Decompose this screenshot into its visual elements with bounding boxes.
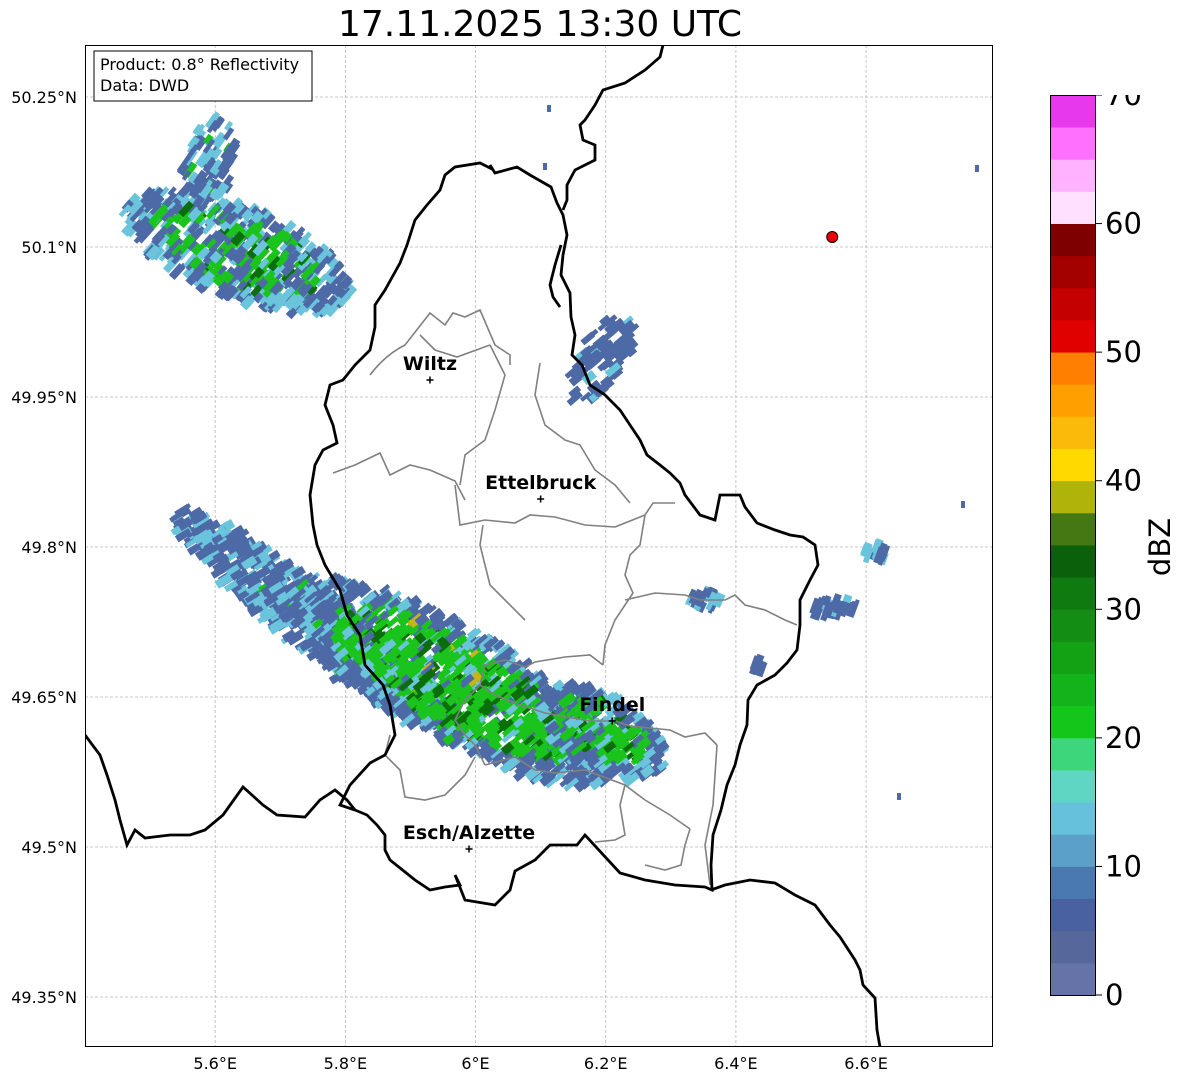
lon-tick-label: 6.6°E: [844, 1054, 888, 1073]
colorbar-bin: [1050, 159, 1096, 192]
colorbar-bin: [1050, 255, 1096, 289]
colorbar-bin: [1050, 320, 1096, 353]
colorbar-ticks: 0 10 20 30 40 50 60 70: [1096, 95, 1142, 1012]
radar-site-marker[interactable]: [826, 231, 839, 243]
colorbar-bin: [1050, 95, 1096, 128]
colorbar-tick-label: 40: [1105, 464, 1142, 498]
colorbar-bin: [1050, 223, 1096, 257]
lon-tick-label: 6°E: [461, 1054, 489, 1073]
colorbar-bin: [1050, 127, 1096, 160]
colorbar-bin: [1050, 673, 1096, 707]
colorbar-bin: [1050, 287, 1096, 321]
echo-cell: [897, 793, 901, 800]
echo-cell: [961, 501, 965, 508]
colorbar-bin: [1050, 834, 1096, 867]
lat-tick-label: 49.5°N: [21, 838, 77, 857]
lon-tick-label: 6.4°E: [714, 1054, 758, 1073]
colorbar-bin: [1050, 352, 1096, 385]
colorbar-tick-label: 20: [1105, 721, 1142, 755]
colorbar-bin: [1050, 384, 1096, 417]
colorbar-tick-label: 60: [1105, 207, 1142, 241]
colorbar-bin: [1050, 480, 1096, 514]
map-title: 17.11.2025 13:30 UTC: [337, 4, 743, 45]
radar-map[interactable]: Wiltz Ettelbruck Findel Esch/Alzette Produc…: [85, 45, 993, 1047]
longitude-labels: 5.6°E 5.8°E 6°E 6.2°E 6.4°E 6.6°E: [193, 1054, 887, 1073]
colorbar-tick-label: 50: [1105, 335, 1142, 369]
colorbar-bin: [1050, 191, 1096, 224]
lat-tick-label: 49.8°N: [21, 538, 77, 557]
colorbar-bin: [1050, 512, 1096, 546]
colorbar-bin: [1050, 962, 1096, 996]
city-label: Wiltz: [403, 353, 457, 375]
product-text: Product: 0.8° Reflectivity: [100, 55, 299, 74]
colorbar-bin: [1050, 866, 1096, 899]
echo-cell: [547, 105, 551, 112]
lat-tick-label: 49.95°N: [11, 388, 77, 407]
data-source-text: Data: DWD: [100, 76, 189, 95]
colorbar-tick-label: 30: [1105, 592, 1142, 626]
info-box: Product: 0.8° Reflectivity Data: DWD: [93, 50, 313, 102]
colorbar-bin: [1050, 577, 1096, 610]
lat-tick-label: 50.25°N: [11, 88, 77, 107]
colorbar-bin: [1050, 737, 1096, 771]
echo-cell: [543, 163, 547, 170]
colorbar-bin: [1050, 705, 1096, 739]
colorbar-bin: [1050, 770, 1096, 803]
colorbar-bin: [1050, 416, 1096, 449]
lon-tick-label: 5.6°E: [193, 1054, 237, 1073]
lat-tick-label: 49.65°N: [11, 688, 77, 707]
colorbar-bin: [1050, 898, 1096, 932]
city-label: Ettelbruck: [485, 472, 596, 494]
latitude-labels: 50.25°N 50.1°N 49.95°N 49.8°N 49.65°N 49.5°N 4…: [11, 88, 77, 1007]
colorbar-bin: [1050, 930, 1096, 964]
colorbar-tick-label: 0: [1105, 978, 1123, 1012]
colorbar-bins: [1050, 95, 1096, 996]
colorbar-tick-label: 70: [1105, 95, 1142, 112]
city-label: Esch/Alzette: [403, 822, 535, 844]
lon-tick-label: 6.2°E: [584, 1054, 628, 1073]
colorbar-bin: [1050, 641, 1096, 674]
colorbar-bin: [1050, 609, 1096, 642]
lat-tick-label: 50.1°N: [21, 238, 77, 257]
lon-tick-label: 5.8°E: [324, 1054, 368, 1073]
echo-cell: [975, 165, 979, 172]
lat-tick-label: 49.35°N: [11, 988, 77, 1007]
colorbar-label: dBZ: [1143, 518, 1177, 576]
city-label: Findel: [579, 694, 645, 716]
colorbar-tick-label: 10: [1105, 849, 1142, 883]
colorbar-bin: [1050, 802, 1096, 835]
colorbar: 0 10 20 30 40 50 60 70 dBZ: [1050, 95, 1177, 1012]
colorbar-bin: [1050, 545, 1096, 578]
colorbar-bin: [1050, 448, 1096, 482]
